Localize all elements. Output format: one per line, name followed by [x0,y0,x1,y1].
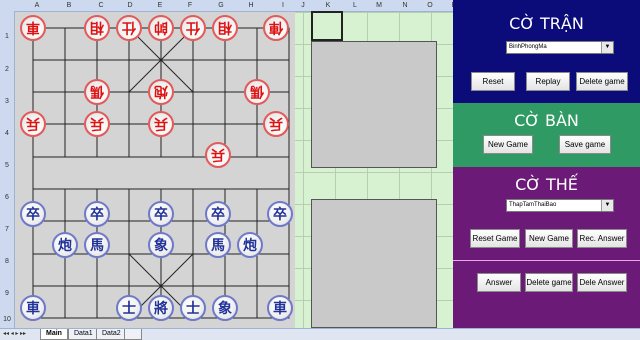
row-header[interactable]: 9 [0,290,14,297]
piece-red-soldier[interactable]: 兵 [148,111,174,137]
co-the-title: CỜ THẾ [515,175,578,194]
co-the-select[interactable]: ThapTamThaiBao ▼ [506,199,614,212]
row-header[interactable]: 1 [0,33,14,40]
dele-answer-button[interactable]: Dele Answer [577,273,627,292]
piece-red-soldier[interactable]: 兵 [84,111,110,137]
co-the-select-value: ThapTamThaiBao [509,202,557,208]
captured-pieces-top-box [311,41,437,168]
column-header[interactable]: K [321,0,335,11]
column-header[interactable]: F [183,0,197,11]
piece-red-horse[interactable]: 傌 [84,79,110,105]
column-header[interactable]: C [94,0,108,11]
piece-red-elephant[interactable]: 相 [84,15,110,41]
column-header[interactable]: B [62,0,76,11]
co-tran-select[interactable]: BinhPhongMa ▼ [506,41,614,54]
co-the-panel: CỜ THẾ ThapTamThaiBao ▼ Reset Game New G… [453,167,640,328]
answer-button[interactable]: Answer [477,273,521,292]
piece-red-soldier[interactable]: 兵 [205,142,231,168]
piece-red-advisor[interactable]: 仕 [116,15,142,41]
reset-game-button[interactable]: Reset Game [470,229,520,248]
column-header[interactable]: A [30,0,44,11]
piece-red-soldier[interactable]: 兵 [20,111,46,137]
piece-red-advisor[interactable]: 仕 [180,15,206,41]
piece-red-cannon[interactable]: 炮 [148,79,174,105]
piece-red-general[interactable]: 帥 [148,15,174,41]
piece-blue-soldier[interactable]: 卒 [267,201,293,227]
piece-blue-soldier[interactable]: 卒 [148,201,174,227]
save-game-button[interactable]: Save game [559,135,611,154]
piece-blue-advisor[interactable]: 士 [180,295,206,321]
reset-button[interactable]: Reset [471,72,515,91]
piece-red-soldier[interactable]: 兵 [263,111,289,137]
tab-data1[interactable]: Data1 [68,329,99,340]
row-header-bar: 1 2 3 4 5 6 7 8 9 10 [0,11,15,328]
column-header[interactable]: L [348,0,362,11]
piece-blue-cannon[interactable]: 炮 [52,232,78,258]
row-header[interactable]: 8 [0,258,14,265]
piece-blue-chariot[interactable]: 車 [267,295,293,321]
rec-answer-button[interactable]: Rec. Answer [577,229,627,248]
row-header[interactable]: 2 [0,66,14,73]
chevron-down-icon[interactable]: ▼ [601,42,613,53]
piece-blue-horse[interactable]: 馬 [205,232,231,258]
tab-main[interactable]: Main [40,329,68,340]
piece-blue-soldier[interactable]: 卒 [20,201,46,227]
new-game-button[interactable]: New Game [483,135,533,154]
co-ban-panel: CỜ BÀN New Game Save game [453,103,640,167]
delete-game-button[interactable]: Delete game [525,273,573,292]
piece-blue-horse[interactable]: 馬 [84,232,110,258]
piece-red-chariot[interactable]: 俥 [263,15,289,41]
delete-game-button[interactable]: Delete game [576,72,628,91]
piece-blue-chariot[interactable]: 車 [20,295,46,321]
column-header[interactable]: D [123,0,137,11]
column-header[interactable]: N [398,0,412,11]
co-tran-select-value: BinhPhongMa [509,44,547,50]
xiangqi-board[interactable]: 車 相 仕 帥 仕 相 俥 傌 炮 傌 兵 兵 兵 兵 兵 卒 卒 卒 卒 卒 … [15,12,295,328]
row-header[interactable]: 3 [0,98,14,105]
piece-blue-cannon[interactable]: 炮 [237,232,263,258]
co-tran-title: CỜ TRẬN [509,14,584,33]
piece-blue-elephant[interactable]: 象 [212,295,238,321]
co-tran-panel: CỜ TRẬN BinhPhongMa ▼ Reset Replay Delet… [453,0,640,103]
tab-data2[interactable]: Data2 [96,329,127,340]
row-header[interactable]: 6 [0,194,14,201]
piece-blue-general[interactable]: 將 [148,295,174,321]
column-header-bar: A B C D E F G H I J K L M N O P [0,0,456,12]
captured-pieces-bottom-box [311,199,437,328]
chevron-down-icon[interactable]: ▼ [601,200,613,211]
active-cell[interactable] [311,11,343,41]
piece-red-horse[interactable]: 傌 [244,79,270,105]
piece-blue-elephant[interactable]: 象 [148,232,174,258]
column-header[interactable]: M [372,0,386,11]
column-header[interactable]: G [214,0,228,11]
row-header[interactable]: 4 [0,130,14,137]
piece-red-chariot[interactable]: 車 [20,15,46,41]
column-header[interactable]: E [153,0,167,11]
co-ban-title: CỜ BÀN [514,111,579,130]
row-header[interactable]: 5 [0,162,14,169]
new-sheet-icon[interactable] [124,329,142,340]
piece-blue-soldier[interactable]: 卒 [205,201,231,227]
new-game-button[interactable]: New Game [525,229,573,248]
piece-red-elephant[interactable]: 相 [212,15,238,41]
row-header[interactable]: 10 [0,316,14,323]
piece-blue-soldier[interactable]: 卒 [84,201,110,227]
column-header[interactable]: O [423,0,437,11]
column-header[interactable]: I [276,0,290,11]
column-header[interactable]: H [244,0,258,11]
column-header[interactable]: J [296,0,310,11]
sheet-tab-bar: ◂◂ ◂ ▸ ▸▸ Main Data1 Data2 [0,328,640,340]
piece-blue-advisor[interactable]: 士 [116,295,142,321]
replay-button[interactable]: Replay [526,72,570,91]
row-header[interactable]: 7 [0,226,14,233]
sheet-nav-arrows[interactable]: ◂◂ ◂ ▸ ▸▸ [3,329,26,339]
board-lines [32,27,290,319]
panel-divider [453,260,640,261]
